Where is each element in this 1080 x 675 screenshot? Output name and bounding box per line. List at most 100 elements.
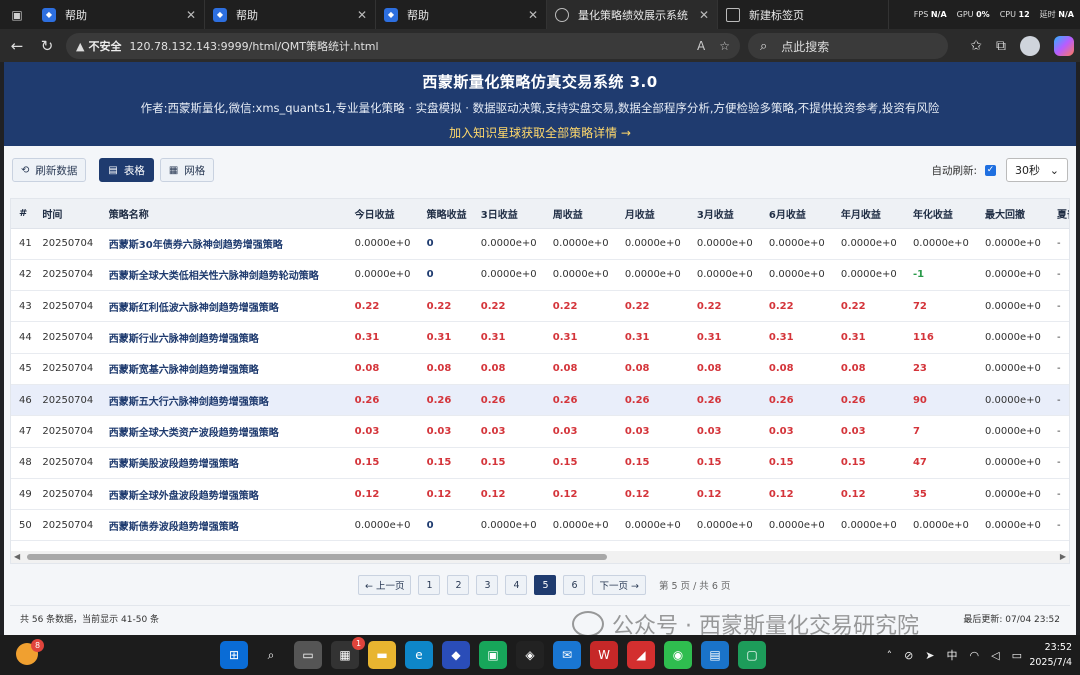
page-button[interactable]: 3 xyxy=(476,575,499,595)
refresh-interval-select[interactable]: 30秒 ⌄ xyxy=(1006,158,1068,182)
column-header[interactable]: 3月收益 xyxy=(688,199,761,229)
wifi-icon[interactable]: ◠ xyxy=(970,649,980,662)
weather-icon[interactable]: 8 xyxy=(16,639,44,665)
table-view-button[interactable]: ▤ 表格 xyxy=(99,158,154,182)
browser-tab[interactable]: 新建标签页 xyxy=(718,0,889,29)
file-explorer-icon[interactable]: ▬ xyxy=(368,641,396,669)
close-icon[interactable]: ✕ xyxy=(186,8,196,22)
page-button[interactable]: 6 xyxy=(563,575,586,595)
column-header[interactable]: 年月收益 xyxy=(832,199,905,229)
wechat-app-icon[interactable]: ◉ xyxy=(664,641,692,669)
column-header[interactable]: 最大回撤 xyxy=(976,199,1049,229)
table-row[interactable]: 49 20250704 西蒙斯全球外盘波段趋势增强策略 0.12 0.12 0.12 0.1… xyxy=(11,478,1069,511)
copilot-icon[interactable] xyxy=(1054,36,1074,56)
strategy-name-cell[interactable]: 西蒙斯债券波段趋势增强策略 xyxy=(100,509,347,542)
window-menu-icon[interactable]: ▣ xyxy=(0,0,34,29)
table-row[interactable]: 45 20250704 西蒙斯宽基六脉神剑趋势增强策略 0.08 0.08 0.08 0.0… xyxy=(11,353,1069,385)
table-row[interactable]: 47 20250704 西蒙斯全球大类资产波段趋势增强策略 0.03 0.03 0.03 0… xyxy=(11,415,1069,448)
profile-avatar[interactable] xyxy=(1020,36,1040,56)
column-header[interactable]: # xyxy=(11,199,35,229)
search-taskbar-icon[interactable]: ⌕ xyxy=(257,641,285,669)
strategy-name-cell[interactable]: 西蒙斯全球大类低相关性六脉神剑趋势轮动策略 xyxy=(100,259,347,292)
table-row[interactable]: 46 20250704 西蒙斯五大行六脉神剑趋势增强策略 0.26 0.26 0.26 0.… xyxy=(11,384,1069,417)
table-row[interactable]: 41 20250704 西蒙斯30年债券六脉神剑趋势增强策略 0.0000e+0 0 0.… xyxy=(11,228,1069,260)
column-header[interactable]: 年化收益 xyxy=(904,199,977,229)
column-header[interactable]: 夏普 xyxy=(1049,199,1069,229)
battery-icon[interactable]: ▭ xyxy=(1012,649,1022,662)
table-cell: 0.22 xyxy=(418,290,473,323)
strategy-name-cell[interactable]: 西蒙斯宽基六脉神剑趋势增强策略 xyxy=(100,353,347,385)
close-icon[interactable]: ✕ xyxy=(699,8,709,22)
table-cell: 0.22 xyxy=(472,290,545,323)
auto-refresh-checkbox[interactable]: ✓ xyxy=(985,164,996,176)
green-app-icon[interactable]: ▣ xyxy=(479,641,507,669)
column-header[interactable]: 月收益 xyxy=(616,199,689,229)
collections-icon[interactable]: ⧉ xyxy=(996,38,1006,54)
page-button[interactable]: 5 xyxy=(534,575,557,595)
location-icon[interactable]: ➤ xyxy=(925,649,934,662)
column-header[interactable]: 今日收益 xyxy=(346,199,419,229)
column-header[interactable]: 6月收益 xyxy=(760,199,833,229)
column-header[interactable]: 策略收益 xyxy=(418,199,473,229)
browser-tab[interactable]: ◆ 帮助 ✕ xyxy=(205,0,376,29)
browser-tab[interactable]: ◆ 帮助 ✕ xyxy=(34,0,205,29)
red-app-icon[interactable]: ◢ xyxy=(627,641,655,669)
column-header[interactable]: 时间 xyxy=(34,199,101,229)
table-row[interactable]: 44 20250704 西蒙斯行业六脉神剑趋势增强策略 0.31 0.31 0.31 0.3… xyxy=(11,321,1069,354)
reload-button[interactable]: ↻ xyxy=(32,31,62,61)
url-bar[interactable]: ▲ 不安全 120.78.132.143:9999/html/QMT策略统计.h… xyxy=(66,33,740,59)
join-link[interactable]: 加入知识星球获取全部策略详情 → xyxy=(4,124,1076,141)
page-button[interactable]: 2 xyxy=(447,575,470,595)
edge-icon[interactable]: e xyxy=(405,641,433,669)
cube-app-icon[interactable]: ◈ xyxy=(516,641,544,669)
column-header[interactable]: 周收益 xyxy=(544,199,617,229)
strategy-name-cell[interactable]: 西蒙斯30年债券六脉神剑趋势增强策略 xyxy=(100,228,347,260)
close-icon[interactable]: ✕ xyxy=(357,8,367,22)
back-button[interactable]: ← xyxy=(2,31,32,61)
prev-page-button[interactable]: ← 上一页 xyxy=(358,575,412,595)
store-icon[interactable]: ▦ 1 xyxy=(331,637,365,669)
favorite-star-icon[interactable]: ☆ xyxy=(719,39,730,53)
table-row[interactable]: 42 20250704 西蒙斯全球大类低相关性六脉神剑趋势轮动策略 0.0000e+0… xyxy=(11,259,1069,292)
browser-tab[interactable]: ◆ 帮助 ✕ xyxy=(376,0,547,29)
security-label[interactable]: 不安全 xyxy=(88,38,121,54)
search-box[interactable]: ⌕ 点此搜索 xyxy=(748,33,948,59)
table-row[interactable]: 48 20250704 西蒙斯美股波段趋势增强策略 0.15 0.15 0.15 0.15 0… xyxy=(11,447,1069,479)
horizontal-scrollbar[interactable]: ◀ ▶ xyxy=(11,551,1069,563)
column-header[interactable]: 策略名称 xyxy=(100,199,347,229)
ai-app-icon[interactable]: ◆ xyxy=(442,641,470,669)
strategy-name-cell[interactable]: 西蒙斯红利低波六脉神剑趋势增强策略 xyxy=(100,290,347,323)
read-aloud-icon[interactable]: A xyxy=(697,39,705,53)
chevron-up-icon[interactable]: ˄ xyxy=(887,649,893,662)
wps-icon[interactable]: W xyxy=(590,641,618,669)
clock[interactable]: 23:52 2025/7/4 xyxy=(1029,640,1072,670)
close-icon[interactable]: ✕ xyxy=(528,8,538,22)
favorites-icon[interactable]: ✩ xyxy=(970,38,982,54)
page-button[interactable]: 1 xyxy=(418,575,441,595)
volume-icon[interactable]: ◁ xyxy=(991,649,999,662)
strategy-name-cell[interactable]: 西蒙斯五大行六脉神剑趋势增强策略 xyxy=(100,384,347,417)
refresh-data-button[interactable]: ⟲ 刷新数据 xyxy=(12,158,87,182)
task-view-icon[interactable]: ▭ xyxy=(294,641,322,669)
scroll-right-icon[interactable]: ▶ xyxy=(1060,551,1066,563)
ime-indicator[interactable]: 中 xyxy=(947,647,958,663)
strategy-name-cell[interactable]: 西蒙斯全球外盘波段趋势增强策略 xyxy=(100,478,347,511)
strategy-name-cell[interactable]: 西蒙斯全球大类资产波段趋势增强策略 xyxy=(100,415,347,448)
strategy-name-cell[interactable]: 西蒙斯行业六脉神剑趋势增强策略 xyxy=(100,321,347,354)
column-header[interactable]: 3日收益 xyxy=(472,199,545,229)
next-page-button[interactable]: 下一页 → xyxy=(592,575,646,595)
scroll-left-icon[interactable]: ◀ xyxy=(14,551,20,563)
blue-app-icon[interactable]: ▤ xyxy=(701,641,729,669)
table-row[interactable]: 50 20250704 西蒙斯债券波段趋势增强策略 0.0000e+0 0 0.0000e… xyxy=(11,509,1069,542)
strategy-name-cell[interactable]: 西蒙斯美股波段趋势增强策略 xyxy=(100,447,347,479)
browser-tab[interactable]: 量化策略绩效展示系统 ✕ xyxy=(547,0,718,29)
grid-view-button[interactable]: ▦ 网格 xyxy=(159,158,215,182)
network-off-icon[interactable]: ⊘ xyxy=(904,649,913,662)
mail-icon[interactable]: ✉ xyxy=(553,641,581,669)
scrollbar-thumb[interactable] xyxy=(27,554,607,560)
page-button[interactable]: 4 xyxy=(505,575,528,595)
table-row[interactable]: 43 20250704 西蒙斯红利低波六脉神剑趋势增强策略 0.22 0.22 0.22 0… xyxy=(11,290,1069,323)
terminal-app-icon[interactable]: ▢ xyxy=(738,641,766,669)
start-icon[interactable]: ⊞ xyxy=(220,641,248,669)
url-text[interactable]: 120.78.132.143:9999/html/QMT策略统计.html xyxy=(129,38,378,54)
